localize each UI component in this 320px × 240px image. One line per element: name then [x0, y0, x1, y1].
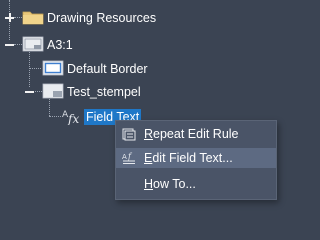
sheet-icon	[22, 36, 44, 52]
menu-item-repeat-edit-rule[interactable]: Repeat Edit Rule	[116, 124, 276, 144]
tree-connector	[49, 99, 50, 116]
tree-connector	[14, 44, 22, 45]
svg-text:f: f	[127, 152, 133, 161]
tree-node-default-border[interactable]: Default Border	[67, 61, 148, 77]
mnemonic: H	[144, 177, 154, 191]
label-text: ow To...	[153, 177, 196, 191]
menu-item-how-to[interactable]: How To...	[116, 174, 276, 194]
menu-item-label: How To...	[144, 176, 196, 192]
title-block-icon	[42, 83, 64, 99]
repeat-rule-icon	[122, 128, 136, 141]
menu-item-label: Repeat Edit Rule	[144, 126, 239, 142]
svg-text:fx: fx	[67, 112, 79, 125]
tree-node-title-block[interactable]: Test_stempel	[67, 84, 141, 100]
tree-connector	[14, 17, 22, 18]
label-text: dit Field Text...	[152, 151, 233, 165]
tree-connector	[29, 52, 30, 91]
field-function-icon: A fx	[62, 110, 79, 125]
tree-connector	[49, 116, 61, 117]
tree-connector	[29, 68, 41, 69]
tree-connector	[9, 0, 10, 44]
edit-field-text-icon: A f	[122, 152, 135, 164]
mnemonic: R	[144, 127, 154, 141]
tree-node-drawing-resources[interactable]: Drawing Resources	[47, 10, 156, 26]
collapse-button[interactable]	[25, 87, 34, 96]
tree-connector	[35, 91, 42, 92]
label-text: epeat Edit Rule	[153, 127, 239, 141]
menu-item-label: Edit Field Text...	[144, 150, 233, 166]
context-menu: Repeat Edit Rule A f Edit Field Text... …	[115, 120, 277, 200]
collapse-button[interactable]	[5, 40, 14, 49]
folder-icon	[22, 11, 44, 25]
tree-node-sheet[interactable]: A3:1	[47, 37, 73, 53]
svg-text:A: A	[122, 153, 127, 161]
menu-item-edit-field-text[interactable]: A f Edit Field Text...	[116, 148, 276, 168]
expand-button[interactable]	[5, 13, 14, 22]
border-icon	[42, 60, 64, 76]
